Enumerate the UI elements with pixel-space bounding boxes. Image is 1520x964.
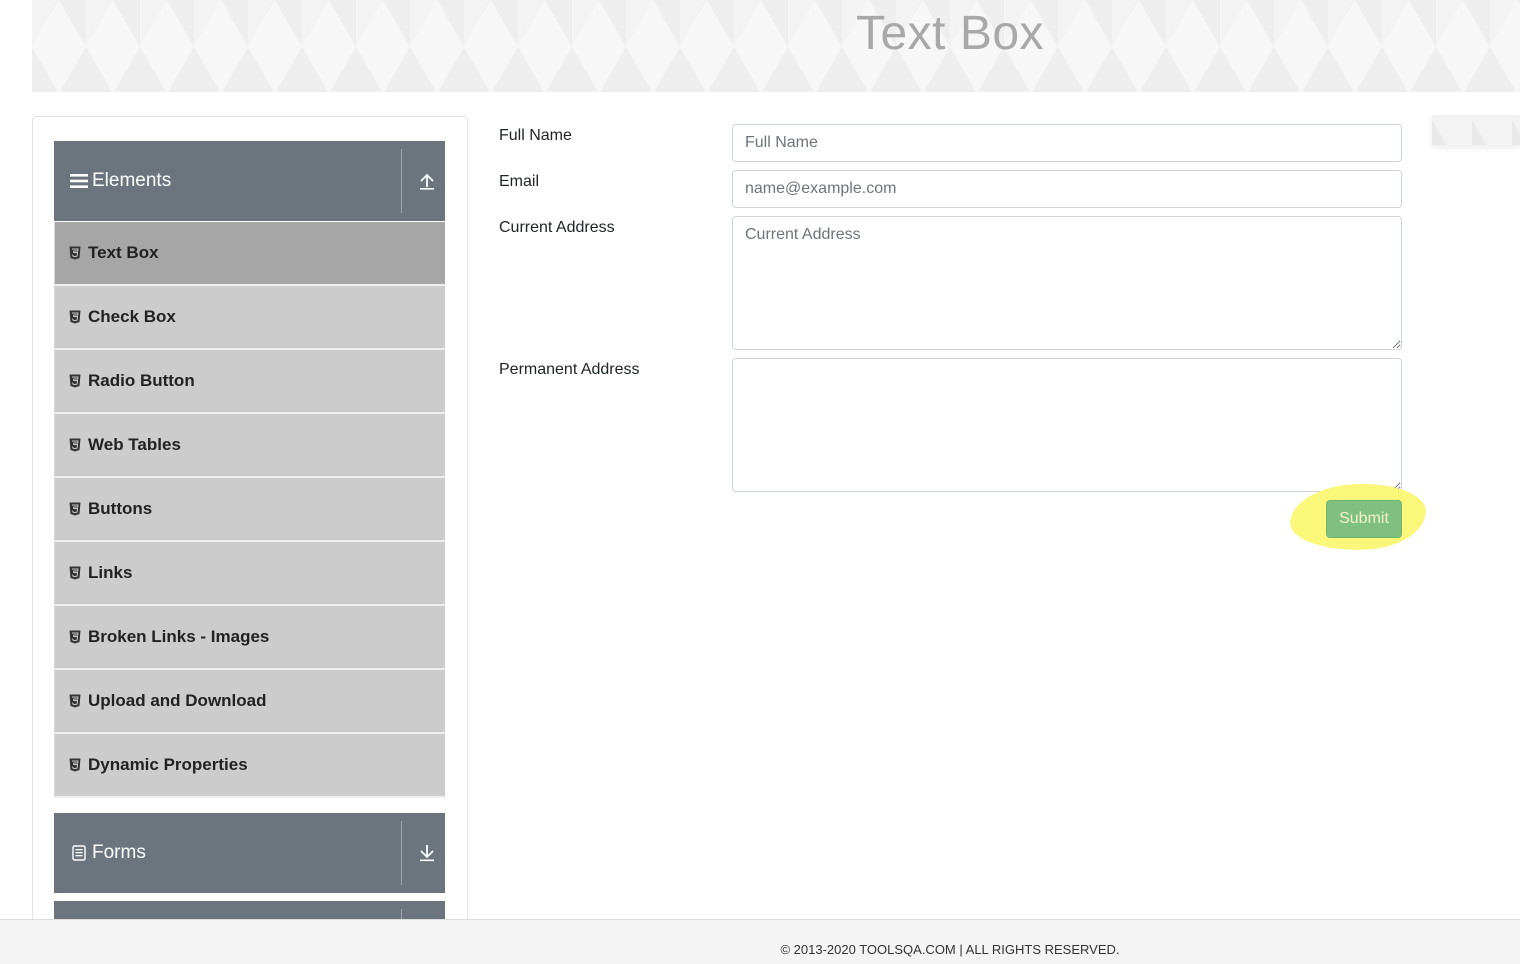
page-banner: Text Box xyxy=(32,0,1520,92)
current-address-textarea[interactable] xyxy=(732,216,1402,350)
html5-icon xyxy=(69,438,82,452)
html5-icon xyxy=(69,246,82,260)
full-name-input[interactable] xyxy=(732,124,1402,162)
submit-button[interactable]: Submit xyxy=(1326,500,1402,538)
sidebar-item-label: Dynamic Properties xyxy=(88,755,248,774)
current-address-label: Current Address xyxy=(499,219,615,236)
email-input[interactable] xyxy=(732,170,1402,208)
html5-icon xyxy=(69,566,82,580)
sidebar-item-buttons[interactable]: Buttons xyxy=(54,478,445,542)
group-title-elements: Elements xyxy=(92,170,172,191)
group-header-forms[interactable]: Forms xyxy=(54,813,445,893)
sidebar-item-broken-links[interactable]: Broken Links - Images xyxy=(54,606,445,670)
sidebar-item-label: Links xyxy=(88,563,133,582)
email-label: Email xyxy=(499,173,540,190)
html5-icon xyxy=(69,758,82,772)
sidebar-item-dynamic-properties[interactable]: Dynamic Properties xyxy=(54,734,445,798)
sidebar-item-label: Check Box xyxy=(88,307,176,326)
group-divider xyxy=(401,821,402,885)
side-decoration xyxy=(1432,115,1520,145)
sidebar-item-text-box[interactable]: Text Box xyxy=(54,222,445,286)
sidebar-item-upload-download[interactable]: Upload and Download xyxy=(54,670,445,734)
group-header-elements[interactable]: Elements xyxy=(54,141,445,221)
html5-icon xyxy=(69,374,82,388)
footer: © 2013-2020 TOOLSQA.COM | ALL RIGHTS RES… xyxy=(0,919,1520,964)
arrow-up-icon[interactable] xyxy=(409,141,445,221)
sidebar-item-label: Radio Button xyxy=(88,371,195,390)
html5-icon xyxy=(69,502,82,516)
document-icon xyxy=(70,845,88,861)
hamburger-icon xyxy=(70,173,88,189)
full-name-label: Full Name xyxy=(499,127,572,144)
arrow-down-icon[interactable] xyxy=(409,813,445,893)
permanent-address-label: Permanent Address xyxy=(499,361,640,378)
permanent-address-textarea[interactable] xyxy=(732,358,1402,492)
elements-menu: Text Box Check Box Radio Button Web Tabl… xyxy=(54,222,445,798)
sidebar-item-label: Broken Links - Images xyxy=(88,627,270,646)
page-title: Text Box xyxy=(855,7,1045,60)
html5-icon xyxy=(69,310,82,324)
footer-copyright: © 2013-2020 TOOLSQA.COM | ALL RIGHTS RES… xyxy=(780,942,1120,957)
sidebar-item-radio-button[interactable]: Radio Button xyxy=(54,350,445,414)
html5-icon xyxy=(69,694,82,708)
left-panel: Elements Text Box Check Box Radio Button… xyxy=(32,116,468,936)
sidebar-item-label: Text Box xyxy=(88,243,159,262)
sidebar-item-links[interactable]: Links xyxy=(54,542,445,606)
sidebar-item-label: Buttons xyxy=(88,499,153,518)
html5-icon xyxy=(69,630,82,644)
sidebar-item-label: Upload and Download xyxy=(88,691,267,710)
group-title-forms: Forms xyxy=(92,842,146,863)
sidebar-item-label: Web Tables xyxy=(88,435,181,454)
sidebar-item-check-box[interactable]: Check Box xyxy=(54,286,445,350)
sidebar-item-web-tables[interactable]: Web Tables xyxy=(54,414,445,478)
group-divider xyxy=(401,149,402,213)
